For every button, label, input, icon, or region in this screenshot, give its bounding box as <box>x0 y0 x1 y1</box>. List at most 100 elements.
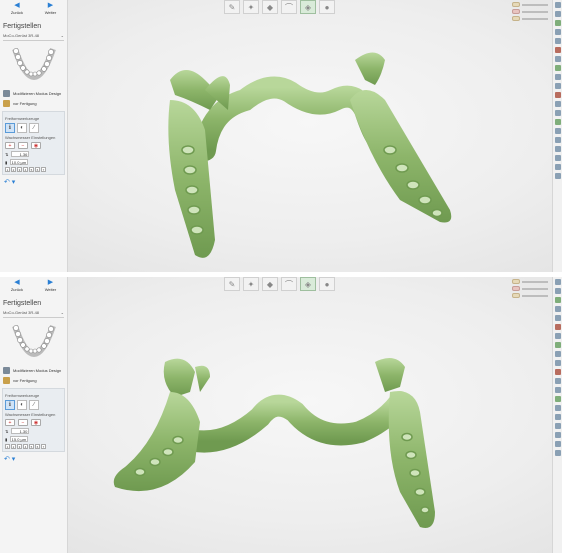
add-wax-icon[interactable]: + <box>5 419 15 426</box>
tool-icon[interactable] <box>554 128 561 134</box>
tool-icon[interactable] <box>554 306 561 312</box>
tool-icon[interactable] <box>554 423 561 429</box>
tool-icon[interactable] <box>554 441 561 447</box>
tool-icon[interactable] <box>554 119 561 125</box>
tool-icon[interactable] <box>554 74 561 80</box>
tool-icon[interactable] <box>554 164 561 170</box>
wax-knife-icon[interactable]: ✎ <box>224 0 240 14</box>
cut-icon[interactable]: ⌒ <box>281 0 297 14</box>
tool-icon[interactable] <box>554 38 561 44</box>
gum-chip-icon[interactable] <box>512 9 520 14</box>
viewport-bottom[interactable]: ◀ Zurück ▶ Weiter Fertigstellen MoCo-Gerüs… <box>0 277 562 553</box>
brush-tool[interactable]: ∕ <box>29 400 39 410</box>
tool-icon[interactable] <box>554 297 561 303</box>
modify-design-action[interactable]: Modifizieren Modus Design <box>3 90 65 97</box>
material-select[interactable]: MoCo-Gerüst 3R-48 ⌄ <box>3 310 64 318</box>
tool-icon[interactable] <box>554 47 561 53</box>
back-button[interactable]: ◀ Zurück <box>11 2 23 20</box>
tool-icon[interactable] <box>554 56 561 62</box>
smooth-icon[interactable]: ✦ <box>243 0 259 14</box>
opacity-slider[interactable] <box>522 17 548 20</box>
model-view-icon[interactable]: ◈ <box>300 277 316 291</box>
next-button[interactable]: ▶ Weiter <box>45 2 56 20</box>
tool-icon[interactable] <box>554 11 561 17</box>
tool-icon[interactable] <box>554 20 561 26</box>
add-wax-icon[interactable]: + <box>5 142 15 149</box>
remove-wax-icon[interactable]: − <box>18 142 28 149</box>
tool-icon[interactable] <box>554 369 561 375</box>
opacity-slider[interactable] <box>522 3 548 6</box>
opacity-slider[interactable] <box>522 287 548 290</box>
smooth-tool[interactable]: ◐ <box>17 400 27 410</box>
smooth-tool[interactable]: ◐ <box>17 123 27 133</box>
brush-tool[interactable]: ∕ <box>29 123 39 133</box>
tool-icon[interactable] <box>554 324 561 330</box>
back-button[interactable]: ◀ Zurück <box>11 279 23 297</box>
model-chip-icon[interactable] <box>512 279 520 284</box>
modify-design-action[interactable]: Modifizieren Modus Design <box>3 367 65 374</box>
framework-model[interactable] <box>100 352 450 552</box>
tooth-chart[interactable] <box>9 320 59 364</box>
model-view-icon[interactable]: ◈ <box>300 0 316 14</box>
wax-knife-tool[interactable]: ℹ <box>5 123 15 133</box>
sphere-icon[interactable]: ● <box>319 277 335 291</box>
smooth-icon[interactable]: ✦ <box>243 277 259 291</box>
cut-icon[interactable]: ⌒ <box>281 277 297 291</box>
undo-icon[interactable]: ↶ ▾ <box>4 455 63 463</box>
lock-icon[interactable]: ◉ <box>31 142 41 149</box>
tool-icon[interactable] <box>554 29 561 35</box>
tool-icon[interactable] <box>554 101 561 107</box>
tooth-chip-icon[interactable] <box>512 16 520 21</box>
tool-icon[interactable] <box>554 155 561 161</box>
tool-icon[interactable] <box>554 450 561 456</box>
tool-icon[interactable] <box>554 333 561 339</box>
arrow-right-icon: ▶ <box>47 2 54 9</box>
tool-icon[interactable] <box>554 315 561 321</box>
tool-icon[interactable] <box>554 351 561 357</box>
tool-icon[interactable] <box>554 432 561 438</box>
undo-icon[interactable]: ↶ ▾ <box>4 178 63 186</box>
tooth-chart[interactable] <box>9 43 59 87</box>
tool-icon[interactable] <box>554 342 561 348</box>
wax-knife-icon[interactable]: ✎ <box>224 277 240 291</box>
tool-icon[interactable] <box>554 2 561 8</box>
before-finish-action[interactable]: vor Fertigung <box>3 100 65 107</box>
thickness-field[interactable]: 1.36 mm <box>11 151 30 162</box>
add-material-icon[interactable]: ◆ <box>262 277 278 291</box>
gum-chip-icon[interactable] <box>512 286 520 291</box>
tool-icon[interactable] <box>554 405 561 411</box>
tool-icon[interactable] <box>554 110 561 116</box>
opacity-slider[interactable] <box>522 294 548 297</box>
thickness-field[interactable]: 1.30 mm <box>11 428 30 439</box>
opacity-slider[interactable] <box>522 280 548 283</box>
tool-icon[interactable] <box>554 279 561 285</box>
framework-model[interactable] <box>150 40 470 270</box>
sphere-icon[interactable]: ● <box>319 0 335 14</box>
before-finish-action[interactable]: vor Fertigung <box>3 377 65 384</box>
tool-icon[interactable] <box>554 83 561 89</box>
model-chip-icon[interactable] <box>512 2 520 7</box>
tool-icon[interactable] <box>554 288 561 294</box>
wax-knife-tool[interactable]: ℹ <box>5 400 15 410</box>
opacity-slider[interactable] <box>522 10 548 13</box>
strength-field[interactable]: 15.0 µm <box>10 436 29 442</box>
tool-icon[interactable] <box>554 378 561 384</box>
tooth-chip-icon[interactable] <box>512 293 520 298</box>
chevron-down-icon: ⌄ <box>60 310 64 315</box>
tool-icon[interactable] <box>554 360 561 366</box>
viewport-top[interactable]: ◀ Zurück ▶ Weiter Fertigstellen MoCo-Gerüs… <box>0 0 562 272</box>
tool-icon[interactable] <box>554 92 561 98</box>
tool-icon[interactable] <box>554 396 561 402</box>
tool-icon[interactable] <box>554 173 561 179</box>
tool-icon[interactable] <box>554 65 561 71</box>
material-select[interactable]: MoCo-Gerüst 3R-48 ⌄ <box>3 33 64 41</box>
remove-wax-icon[interactable]: − <box>18 419 28 426</box>
strength-field[interactable]: 10.0 µm <box>10 159 29 165</box>
next-button[interactable]: ▶ Weiter <box>45 279 56 297</box>
add-material-icon[interactable]: ◆ <box>262 0 278 14</box>
tool-icon[interactable] <box>554 414 561 420</box>
lock-icon[interactable]: ◉ <box>31 419 41 426</box>
tool-icon[interactable] <box>554 137 561 143</box>
tool-icon[interactable] <box>554 146 561 152</box>
tool-icon[interactable] <box>554 387 561 393</box>
